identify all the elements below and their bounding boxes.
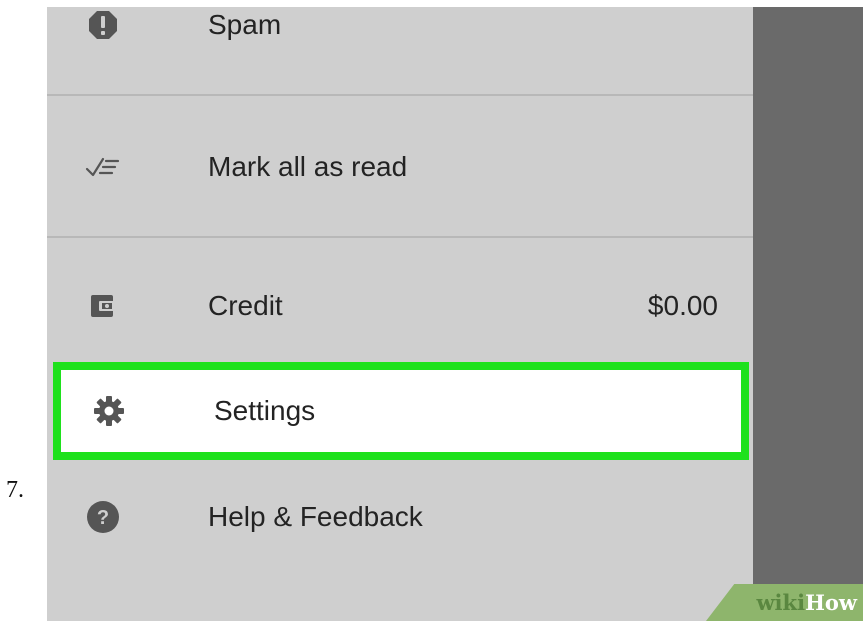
svg-text:?: ? <box>97 507 109 529</box>
mark-all-read-icon <box>85 149 121 185</box>
menu-item-settings[interactable]: Settings <box>53 362 749 460</box>
credit-amount: $0.00 <box>647 290 718 321</box>
gear-icon <box>91 393 127 429</box>
menu-item-credit[interactable]: Credit $0.00 <box>47 270 753 342</box>
menu-item-label: Mark all as read <box>208 151 408 182</box>
menu-item-label: Settings <box>214 395 316 426</box>
menu-item-label: Credit <box>208 290 283 321</box>
watermark-wiki-text: wiki <box>756 590 806 615</box>
spam-alert-icon <box>85 7 121 43</box>
watermark-how-text: How <box>805 590 857 615</box>
menu-item-spam[interactable]: Spam <box>47 7 753 61</box>
menu-item-mark-all-read[interactable]: Mark all as read <box>47 131 753 203</box>
menu-item-label: Spam <box>208 9 282 40</box>
wallet-icon <box>85 288 121 324</box>
divider <box>47 94 753 96</box>
help-icon: ? <box>85 499 121 535</box>
navigation-drawer: Spam Mark all as read Credit $0.00 Setti… <box>47 7 753 621</box>
menu-item-help-feedback[interactable]: ? Help & Feedback <box>47 481 753 553</box>
divider <box>47 236 753 238</box>
scrim-overlay[interactable] <box>753 7 863 621</box>
menu-item-label: Help & Feedback <box>208 501 423 532</box>
step-number: 7. <box>6 477 24 503</box>
tutorial-screenshot: 7. Spam Mark all as read Credit $0.00 Se… <box>0 0 863 621</box>
